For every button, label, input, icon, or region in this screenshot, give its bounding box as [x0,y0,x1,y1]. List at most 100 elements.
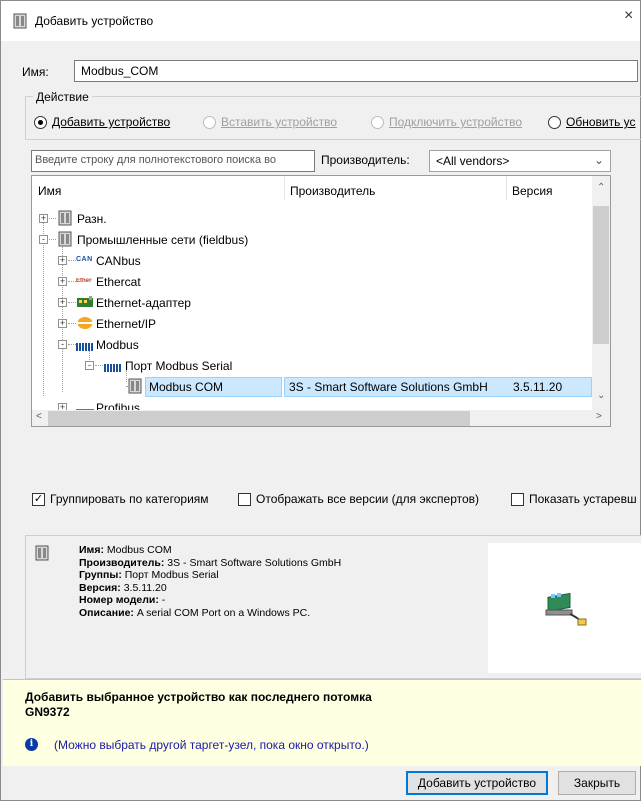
modbus-icon [76,340,94,354]
tree-row-name: Modbus [96,338,139,352]
device-info-text: Имя: Modbus COM Производитель: 3S - Smar… [79,544,341,619]
device-tree[interactable]: Имя Производитель Версия + Разн. - Промы… [31,175,611,427]
group-by-category-checkbox[interactable]: ✓ Группировать по категориям [32,492,209,506]
expand-plus-icon[interactable]: + [58,319,67,328]
radio-label: Подключить устройство [389,115,523,129]
tree-row-name: Ethernet-адаптер [96,296,191,310]
radio-button-icon [34,115,47,129]
horizontal-scrollbar[interactable]: < > [32,410,610,426]
tree-line [68,281,76,282]
expand-plus-icon[interactable]: + [58,403,67,410]
tree-row-name: Порт Modbus Serial [125,359,233,373]
radio-label: Добавить устройство [52,115,171,129]
checkbox-box [238,492,251,506]
expand-plus-icon[interactable]: + [58,298,67,307]
scroll-up-icon[interactable]: ⌃ [597,182,605,193]
column-separator [506,176,507,200]
device-icon [128,378,142,397]
show-outdated-checkbox[interactable]: Показать устаревш [511,492,641,506]
expand-plus-icon[interactable]: + [39,214,48,223]
device-preview-image [488,543,641,673]
chevron-down-icon: ⌄ [593,153,604,167]
radio-plug-device[interactable]: Подключить устройство [371,115,522,129]
collapse-minus-icon[interactable]: - [39,235,48,244]
tree-row-name: Modbus COM [149,380,224,394]
tree-header: Имя Производитель Версия [32,176,592,203]
add-device-button[interactable]: Добавить устройство [406,771,548,795]
tree-line [49,239,56,240]
append-target-panel: Добавить выбранное устройство как послед… [3,679,641,766]
target-node-name: GN9372 [25,705,70,719]
tree-row-name: Промышленные сети (fieldbus) [77,233,249,247]
info-vendor-label: Производитель: [79,556,165,569]
info-version-label: Версия: [79,581,121,594]
tree-row[interactable]: + Разн. [32,208,592,229]
radio-button-icon [203,115,216,129]
collapse-minus-icon[interactable]: - [85,361,94,370]
info-model-value: - [161,594,166,606]
name-field[interactable]: Modbus_COM [74,60,638,82]
radio-add-device[interactable]: Добавить устройство [34,115,170,129]
title-bar: Добавить устройство × [1,1,640,41]
scrollbar-thumb[interactable] [593,206,609,344]
expand-plus-icon[interactable]: + [58,256,67,265]
column-header-name[interactable]: Имя [38,184,61,198]
column-header-vendor[interactable]: Производитель [290,184,375,198]
fulltext-search-input[interactable]: Введите строку для полнотекстового поиск… [31,150,315,172]
tree-line [95,365,103,366]
tree-row[interactable]: - Промышленные сети (fieldbus) [32,229,592,250]
collapse-minus-icon[interactable]: - [58,340,67,349]
serial-port-device-icon [544,588,588,631]
scroll-down-icon[interactable]: ⌄ [597,390,605,401]
column-header-version[interactable]: Версия [512,184,553,198]
info-model-label: Номер модели: [79,594,159,606]
modbus-icon [104,361,122,375]
ethercat-icon: EtherCAT [76,278,92,284]
radio-button-icon [371,115,384,129]
info-groups-value: Порт Modbus Serial [124,569,219,581]
info-icon: i [25,738,38,751]
radio-update-device[interactable]: Обновить ус [548,115,641,129]
show-all-versions-checkbox[interactable]: Отображать все версии (для экспертов) [238,492,479,506]
hint-text: (Можно выбрать другой таргет-узел, пока … [54,738,369,752]
tree-line [68,344,76,345]
vertical-scrollbar[interactable]: ⌃ ⌄ [592,176,610,410]
close-button[interactable]: Закрыть [558,771,636,795]
info-name-label: Имя: [79,544,104,556]
tree-row-name: Ethernet/IP [96,317,157,331]
vendor-label: Производитель: [321,153,410,167]
tree-row[interactable]: + CAN CANbus [32,250,592,271]
tree-row[interactable]: + Ethernet/IP [32,313,592,334]
tree-row[interactable]: - Modbus [32,334,592,355]
action-group-title: Действие [33,90,92,104]
device-app-icon [13,13,27,32]
vendor-select-value: <All vendors> [436,154,510,168]
name-label: Имя: [22,65,49,79]
checkmark-icon: ✓ [32,492,45,506]
tree-row[interactable]: + Ethernet-адаптер [32,292,592,313]
tree-row-name: Profibus [96,401,141,410]
scroll-right-icon[interactable]: > [596,411,602,422]
radio-label: Вставить устройство [221,115,338,129]
radio-insert-device[interactable]: Вставить устройство [203,115,337,129]
close-icon[interactable]: × [624,7,640,31]
tree-row-name: Ethercat [96,275,141,289]
checkbox-label: Группировать по категориям [50,492,209,506]
tree-line [68,302,76,303]
vendor-select[interactable]: <All vendors> ⌄ [429,150,611,172]
info-description-label: Описание: [79,606,134,619]
tree-line [68,260,76,261]
tree-row[interactable]: + EtherCAT Ethercat [32,271,592,292]
tree-row-name: CANbus [96,254,141,268]
tree-line [49,218,56,219]
expand-plus-icon[interactable]: + [58,277,67,286]
tree-row[interactable]: + Profibus [32,397,592,410]
scrollbar-thumb[interactable] [48,411,470,426]
tree-row-selected[interactable]: Modbus COM 3S - Smart Software Solutions… [32,376,592,397]
radio-label: Обновить ус [566,115,636,129]
tree-row[interactable]: - Порт Modbus Serial [32,355,592,376]
tree-line [68,323,76,324]
scroll-left-icon[interactable]: < [36,411,42,422]
radio-button-icon [548,115,561,129]
device-icon [35,545,49,564]
